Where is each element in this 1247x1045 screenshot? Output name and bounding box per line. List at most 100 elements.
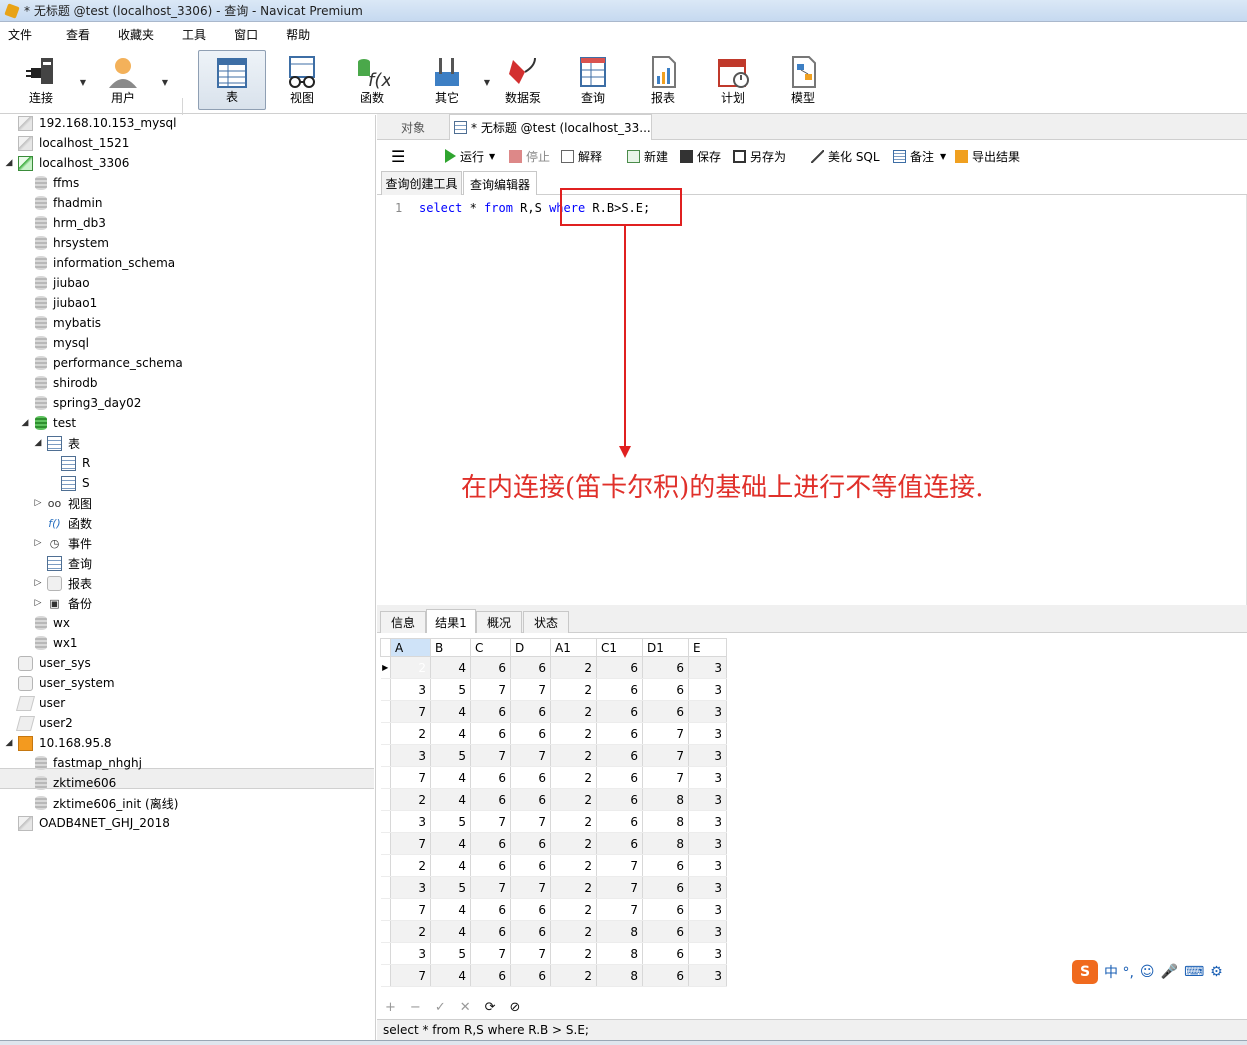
tree-db-zktime-init[interactable]: zktime606_init (离线) <box>34 793 178 813</box>
chevron-down-icon[interactable]: ▼ <box>940 152 946 161</box>
menu-file[interactable]: 文件 <box>0 26 44 43</box>
tree-folder-queries[interactable]: 查询 <box>47 553 92 573</box>
tab-query-builder[interactable]: 查询创建工具 <box>381 171 462 195</box>
row-indicator[interactable] <box>380 832 391 855</box>
tree-db-wx1[interactable]: wx1 <box>34 633 78 653</box>
table-cell[interactable]: 7 <box>390 964 431 987</box>
save-button[interactable]: 保存 <box>680 148 721 165</box>
keyboard-icon[interactable]: ⌨ <box>1184 964 1204 980</box>
table-cell[interactable]: 8 <box>642 832 689 855</box>
row-indicator[interactable] <box>380 766 391 789</box>
sogou-logo[interactable]: S <box>1072 960 1098 984</box>
tree-table-s[interactable]: S <box>61 473 90 493</box>
apply-changes-icon[interactable]: ✓ <box>435 1000 446 1015</box>
column-header[interactable]: B <box>430 638 471 657</box>
table-row[interactable]: 74662683 <box>380 832 727 855</box>
tree-db[interactable]: mysql <box>34 333 89 353</box>
column-header[interactable]: E <box>688 638 727 657</box>
report-button[interactable]: 报表 <box>634 50 692 110</box>
ime-mode[interactable]: 中 °, <box>1104 962 1134 982</box>
table-row[interactable]: 35772663 <box>380 678 727 701</box>
table-cell[interactable]: 6 <box>642 854 689 877</box>
table-cell[interactable]: 7 <box>390 766 431 789</box>
table-cell[interactable]: 2 <box>550 964 597 987</box>
table-cell[interactable]: 6 <box>596 744 643 767</box>
tree-db[interactable]: ffms <box>34 173 79 193</box>
table-cell[interactable]: 7 <box>510 942 551 965</box>
function-button[interactable]: f(x) 函数 <box>342 50 402 110</box>
collapse-arrow-icon[interactable]: ◢ <box>4 158 14 168</box>
row-indicator[interactable] <box>380 876 391 899</box>
column-header[interactable]: A <box>390 638 431 657</box>
microphone-icon[interactable]: 🎤 <box>1161 964 1178 980</box>
table-cell[interactable]: 3 <box>688 656 727 679</box>
chevron-down-icon[interactable]: ▼ <box>80 78 86 87</box>
chevron-down-icon[interactable]: ▼ <box>489 152 495 161</box>
table-cell[interactable]: 7 <box>596 876 643 899</box>
emoji-icon[interactable]: ☺ <box>1140 964 1155 980</box>
tree-db[interactable]: mybatis <box>34 313 101 333</box>
table-cell[interactable]: 2 <box>550 920 597 943</box>
table-cell[interactable]: 2 <box>550 722 597 745</box>
table-row[interactable]: 74662663 <box>380 700 727 723</box>
table-cell[interactable]: 6 <box>642 700 689 723</box>
table-cell[interactable]: 8 <box>642 788 689 811</box>
tree-conn-user-sys[interactable]: user_sys <box>18 653 91 673</box>
table-cell[interactable]: 6 <box>642 942 689 965</box>
tree-folder-backups[interactable]: ▷ ▣ 备份 <box>35 593 92 613</box>
table-cell[interactable]: 3 <box>390 876 431 899</box>
table-cell[interactable]: 3 <box>390 810 431 833</box>
tab-query[interactable]: * 无标题 @test (localhost_33... <box>449 114 652 140</box>
explain-button[interactable]: 解释 <box>561 148 602 165</box>
tree-folder-tables[interactable]: ◢ 表 <box>35 433 80 453</box>
table-cell[interactable]: 7 <box>642 722 689 745</box>
table-cell[interactable]: 6 <box>596 656 643 679</box>
table-cell[interactable]: 6 <box>596 832 643 855</box>
tab-objects[interactable]: 对象 <box>377 114 449 140</box>
table-cell[interactable]: 6 <box>642 656 689 679</box>
table-cell[interactable]: 2 <box>390 722 431 745</box>
tree-db[interactable]: performance_schema <box>34 353 183 373</box>
expand-arrow-icon[interactable]: ▷ <box>33 578 43 588</box>
table-cell[interactable]: 2 <box>550 788 597 811</box>
table-cell[interactable]: 6 <box>596 810 643 833</box>
stop-icon[interactable]: ⊘ <box>510 1000 521 1015</box>
beautify-sql-button[interactable]: 美化 SQL <box>811 148 880 165</box>
tree-conn-10-168-95-8[interactable]: ◢ 10.168.95.8 <box>6 733 112 753</box>
table-row[interactable]: 74662673 <box>380 766 727 789</box>
table-row[interactable]: 35772683 <box>380 810 727 833</box>
tree-db[interactable]: jiubao1 <box>34 293 97 313</box>
table-row[interactable]: 24662683 <box>380 788 727 811</box>
table-cell[interactable]: 7 <box>470 876 511 899</box>
table-cell[interactable]: 6 <box>470 700 511 723</box>
tree-table-r[interactable]: R <box>61 453 90 473</box>
row-indicator[interactable] <box>380 898 391 921</box>
table-cell[interactable]: 8 <box>596 942 643 965</box>
table-cell[interactable]: 3 <box>688 766 727 789</box>
user-button[interactable]: 用户 ▼ <box>92 50 168 110</box>
table-cell[interactable]: 7 <box>470 942 511 965</box>
table-cell[interactable]: 3 <box>688 832 727 855</box>
hamburger-menu-icon[interactable]: ☰ <box>391 147 405 166</box>
table-cell[interactable]: 8 <box>596 964 643 987</box>
save-as-button[interactable]: 另存为 <box>733 148 786 165</box>
table-cell[interactable]: 7 <box>510 744 551 767</box>
table-cell[interactable]: 7 <box>470 744 511 767</box>
view-button[interactable]: 视图 <box>272 50 332 110</box>
table-cell[interactable]: 4 <box>430 964 471 987</box>
row-indicator[interactable] <box>380 854 391 877</box>
column-header[interactable]: D <box>510 638 551 657</box>
new-query-button[interactable]: 新建 <box>627 148 668 165</box>
tree-conn-oadb[interactable]: OADB4NET_GHJ_2018 <box>18 813 170 833</box>
add-record-icon[interactable]: + <box>385 1000 396 1015</box>
table-cell[interactable]: 3 <box>688 942 727 965</box>
row-indicator[interactable] <box>380 678 391 701</box>
table-cell[interactable]: 6 <box>510 656 551 679</box>
refresh-icon[interactable]: ⟳ <box>485 1000 496 1015</box>
table-cell[interactable]: 7 <box>390 898 431 921</box>
table-cell[interactable]: 6 <box>470 854 511 877</box>
tree-db[interactable]: hrm_db3 <box>34 213 106 233</box>
table-cell[interactable]: 2 <box>550 810 597 833</box>
table-cell[interactable]: 2 <box>550 766 597 789</box>
tree-db-test[interactable]: ◢ test <box>22 413 76 433</box>
